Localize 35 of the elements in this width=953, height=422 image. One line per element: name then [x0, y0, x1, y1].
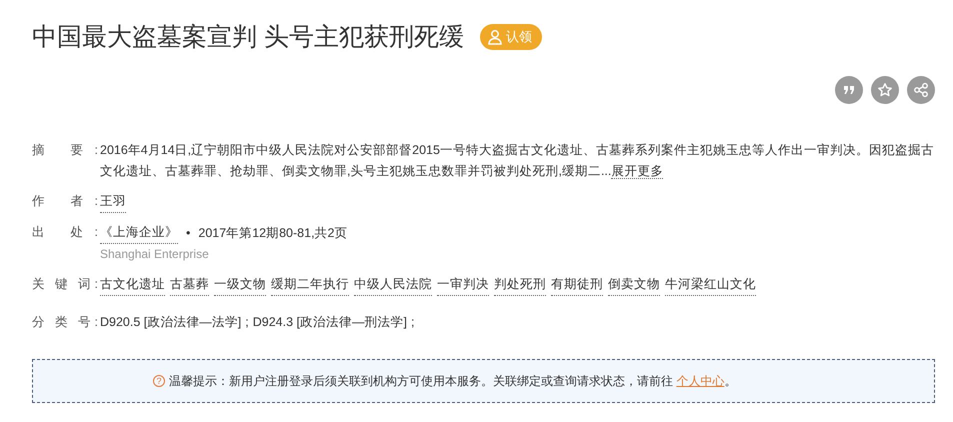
field-link[interactable]: 有期徒刑	[551, 274, 603, 296]
field-link[interactable]: 王羽	[100, 191, 126, 213]
field-label: 作 者:	[32, 193, 98, 210]
journal-link[interactable]: 《上海企业》	[100, 222, 178, 244]
field-link[interactable]: 倒卖文物	[608, 274, 660, 296]
separator: ;	[410, 314, 414, 331]
classification-link[interactable]: D924.3 [政治法律—刑法学]	[252, 312, 407, 333]
share-button[interactable]	[907, 76, 935, 104]
field-label: 出 处:	[32, 224, 98, 241]
field-link[interactable]: 一级文物	[214, 274, 266, 296]
field-link[interactable]: 判处死刑	[494, 274, 546, 296]
field-link[interactable]: 一审判决	[437, 274, 489, 296]
notice-text: 温馨提示：新用户注册登录后须关联到机构方可使用本服务。关联绑定或查询请求状态，请前往 个人中心。	[169, 373, 736, 390]
expand-link[interactable]: 展开更多	[611, 164, 664, 179]
issue-text: 2017年第12期80-81,共2页	[198, 224, 348, 242]
field-label: 分 类 号:	[32, 314, 98, 331]
quote-button[interactable]	[835, 76, 863, 104]
abstract-text: 2016年4月14日,辽宁朝阳市中级人民法院对公安部部督2015一号特大盗掘古文化遗址、古墓葬系列案件主犯姚玉忠等人作出一审判决。因犯盗掘古文化遗址、古墓葬罪、抢劫罪、倒卖文物罪,头号主犯姚玉忠数罪并罚被判处死刑,缓期二...展开更多	[100, 143, 934, 179]
star-button[interactable]	[871, 76, 899, 104]
person-icon	[486, 29, 503, 45]
separator-dot: •	[186, 224, 190, 242]
field-link[interactable]: 古文化遗址	[100, 274, 165, 296]
article-title: 中国最大盗墓案宣判 头号主犯获刑死缓	[32, 22, 464, 52]
field-link[interactable]: 牛河梁红山文化	[665, 274, 756, 296]
field-label: 关 键 词:	[32, 276, 98, 293]
share-icon	[913, 82, 929, 98]
field-label: 摘 要:	[32, 142, 98, 159]
help-icon: ?	[153, 375, 165, 387]
star-icon	[877, 82, 893, 98]
journal-subtitle: Shanghai Enterprise	[100, 246, 210, 263]
classification-link[interactable]: D920.5 [政治法律—法学]	[100, 312, 242, 333]
separator: ;	[245, 314, 249, 331]
field-link[interactable]: 中级人民法院	[354, 274, 432, 296]
field-link[interactable]: 缓期二年执行	[271, 274, 349, 296]
field-link[interactable]: 古墓葬	[170, 274, 209, 296]
